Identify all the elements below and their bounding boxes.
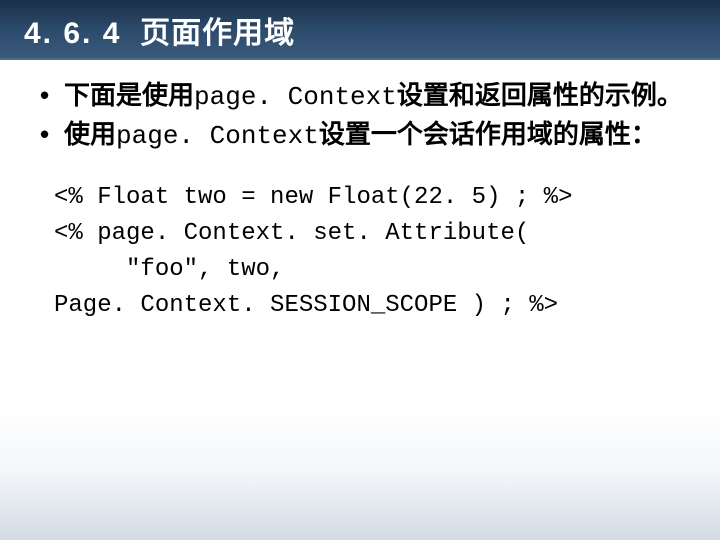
bullet-text-post: 设置和返回属性的示例。	[397, 80, 683, 110]
bullet-text-pre: 下面是使用	[64, 80, 194, 110]
bullet-item: 下面是使用page. Context设置和返回属性的示例。	[36, 78, 684, 115]
bullet-text-mono: page. Context	[116, 121, 319, 151]
code-block: <% Float two = new Float(22. 5) ; %> <% …	[36, 172, 684, 324]
bullet-text-mono: page. Context	[194, 82, 397, 112]
header-title: 4. 6. 4 页面作用域	[24, 8, 696, 52]
slide-header: 4. 6. 4 页面作用域	[0, 0, 720, 60]
code-line: "foo", two,	[54, 252, 684, 288]
bottom-gradient	[0, 410, 720, 540]
bullet-list: 下面是使用page. Context设置和返回属性的示例。 使用page. Co…	[36, 78, 684, 154]
code-line: <% page. Context. set. Attribute(	[54, 216, 684, 252]
bullet-text-post: 设置一个会话作用域的属性：	[319, 119, 657, 149]
code-line: Page. Context. SESSION_SCOPE ) ; %>	[54, 288, 684, 324]
code-line: <% Float two = new Float(22. 5) ; %>	[54, 180, 684, 216]
slide-content: 下面是使用page. Context设置和返回属性的示例。 使用page. Co…	[0, 60, 720, 324]
bullet-text-pre: 使用	[64, 119, 116, 149]
section-title: 页面作用域	[140, 17, 295, 50]
section-number: 4. 6. 4	[24, 17, 121, 50]
bullet-item: 使用page. Context设置一个会话作用域的属性：	[36, 117, 684, 154]
